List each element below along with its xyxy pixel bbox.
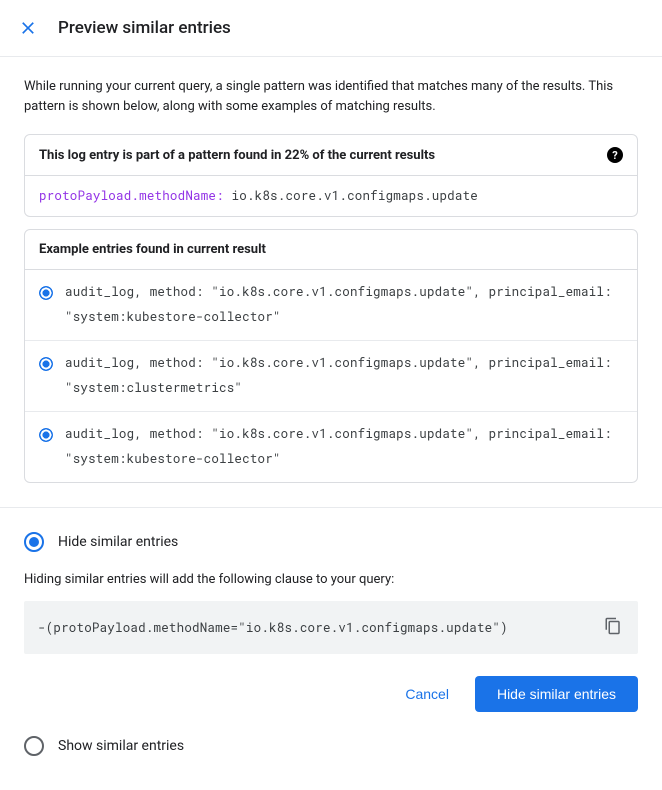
copy-icon bbox=[604, 617, 622, 635]
cancel-button[interactable]: Cancel bbox=[389, 676, 465, 712]
pattern-value: io.k8s.core.v1.configmaps.update bbox=[224, 188, 478, 204]
show-option[interactable]: Show similar entries bbox=[24, 736, 638, 766]
pattern-card-title: This log entry is part of a pattern foun… bbox=[39, 148, 435, 163]
action-bar: Cancel Hide similar entries bbox=[24, 676, 638, 712]
pattern-key: protoPayload.methodName: bbox=[39, 188, 224, 204]
example-row[interactable]: audit_log, method: "io.k8s.core.v1.confi… bbox=[25, 412, 637, 482]
pattern-card-header: This log entry is part of a pattern foun… bbox=[25, 135, 637, 176]
section-divider bbox=[0, 507, 662, 508]
query-clause-block: -(protoPayload.methodName="io.k8s.core.v… bbox=[24, 601, 638, 654]
hide-description: Hiding similar entries will add the foll… bbox=[24, 572, 638, 587]
examples-title: Example entries found in current result bbox=[25, 230, 637, 270]
pattern-expression: protoPayload.methodName: io.k8s.core.v1.… bbox=[25, 176, 637, 216]
confirm-button[interactable]: Hide similar entries bbox=[475, 676, 638, 712]
log-entry-icon bbox=[39, 357, 53, 371]
log-entry-icon bbox=[39, 286, 53, 300]
example-row[interactable]: audit_log, method: "io.k8s.core.v1.confi… bbox=[25, 341, 637, 412]
example-row[interactable]: audit_log, method: "io.k8s.core.v1.confi… bbox=[25, 270, 637, 341]
examples-card: Example entries found in current result … bbox=[24, 229, 638, 483]
hide-label: Hide similar entries bbox=[58, 534, 178, 550]
example-text: audit_log, method: "io.k8s.core.v1.confi… bbox=[65, 422, 623, 472]
query-clause-text: -(protoPayload.methodName="io.k8s.core.v… bbox=[38, 620, 508, 636]
copy-button[interactable] bbox=[602, 615, 624, 640]
help-icon[interactable]: ? bbox=[607, 147, 623, 163]
close-icon bbox=[18, 18, 38, 38]
radio-hide[interactable] bbox=[24, 532, 44, 552]
close-button[interactable] bbox=[14, 14, 42, 42]
show-label: Show similar entries bbox=[58, 738, 184, 754]
radio-show[interactable] bbox=[24, 736, 44, 756]
hide-option[interactable]: Hide similar entries bbox=[24, 532, 638, 562]
dialog-title: Preview similar entries bbox=[58, 18, 231, 38]
pattern-card: This log entry is part of a pattern foun… bbox=[24, 134, 638, 217]
dialog-header: Preview similar entries bbox=[0, 0, 662, 57]
dialog-body: While running your current query, a sing… bbox=[0, 57, 662, 790]
intro-text: While running your current query, a sing… bbox=[24, 77, 638, 116]
log-entry-icon bbox=[39, 428, 53, 442]
example-text: audit_log, method: "io.k8s.core.v1.confi… bbox=[65, 351, 623, 401]
example-text: audit_log, method: "io.k8s.core.v1.confi… bbox=[65, 280, 623, 330]
